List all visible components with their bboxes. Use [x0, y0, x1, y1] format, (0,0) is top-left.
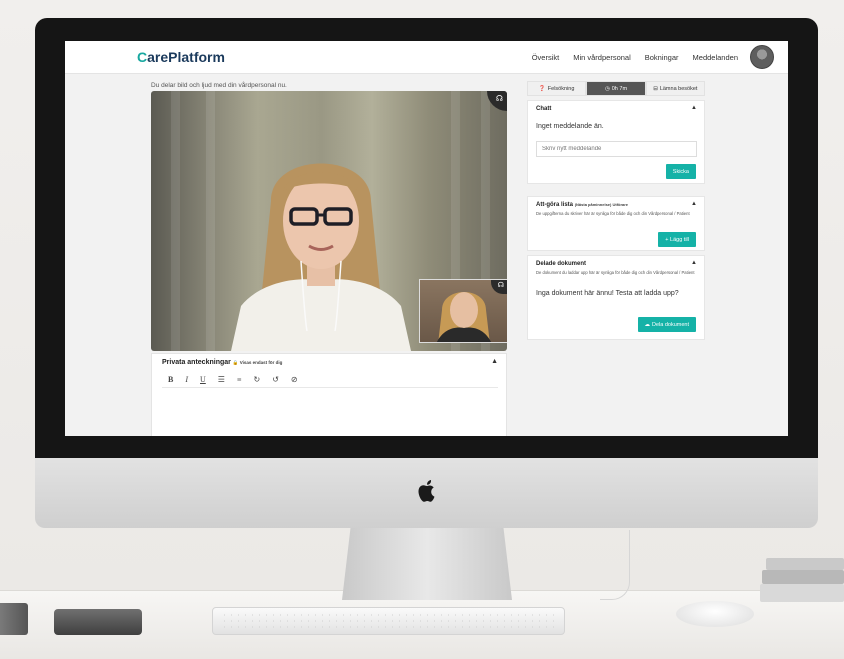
undo-button[interactable]: ↺	[272, 375, 279, 384]
tab-troubleshoot[interactable]: ❓ Felsökning	[527, 81, 587, 96]
curtain-fold	[171, 91, 180, 351]
editor-toolbar: B I U ☰ ≡ ↻ ↺ ⊘	[162, 372, 498, 388]
notes-title: Privata anteckningar 🔒 Visas endast för …	[162, 359, 282, 366]
remote-participant	[231, 163, 411, 351]
apple-logo	[418, 480, 435, 502]
brand-logo-c: C	[137, 49, 148, 65]
tab-timer-label: 0h 7m	[611, 85, 628, 92]
collapse-caret-icon[interactable]: ▲	[691, 201, 697, 207]
notes-editor[interactable]	[162, 390, 498, 436]
brand-logo-text: arePlatform	[147, 49, 225, 65]
bold-button[interactable]: B	[168, 375, 173, 384]
help-icon: ❓	[538, 85, 546, 92]
lock-icon: 🔒	[232, 360, 239, 365]
tab-leave-visit[interactable]: ⊟ Lämna besöket	[645, 81, 705, 96]
desk-stapler	[0, 603, 28, 635]
keyboard-keys	[221, 612, 556, 630]
italic-button[interactable]: I	[185, 375, 188, 384]
share-document-label: Dela dokument	[652, 321, 689, 328]
todo-description: De uppgifterna du skriver här är synliga…	[536, 211, 690, 216]
nav-links: Översikt Min vårdpersonal Bokningar Medd…	[532, 53, 738, 62]
todo-card: Att-göra lista (Nästa påminnelse) Utföra…	[527, 196, 705, 251]
monitor-stand	[342, 528, 512, 600]
desk-keyboard	[212, 607, 565, 635]
todo-title-suffix: (Nästa påminnelse) Utförare	[574, 202, 629, 207]
top-nav: CarePlatform Översikt Min vårdpersonal B…	[65, 41, 788, 74]
add-todo-button[interactable]: + Lägg till	[658, 232, 696, 247]
brand-logo[interactable]: CarePlatform	[137, 49, 225, 65]
collapse-caret-icon[interactable]: ▲	[691, 105, 697, 111]
chat-message-input[interactable]	[536, 141, 697, 157]
desk-mouse	[676, 601, 754, 627]
power-cable	[600, 530, 630, 600]
nav-item-min-vardpersonal[interactable]: Min vårdpersonal	[573, 53, 631, 62]
documents-empty-text: Inga dokument här ännu! Testa att ladda …	[536, 290, 679, 297]
private-notes-panel: Privata anteckningar 🔒 Visas endast för …	[151, 353, 507, 436]
desk-books	[760, 558, 844, 602]
todo-title: Att-göra lista (Nästa påminnelse) Utföra…	[536, 202, 628, 208]
nav-item-bokningar[interactable]: Bokningar	[645, 53, 679, 62]
tab-timer: ◷ 0h 7m	[586, 81, 646, 96]
nav-item-meddelanden[interactable]: Meddelanden	[693, 53, 738, 62]
desk-phone	[54, 609, 142, 635]
collapse-caret-icon[interactable]: ▲	[691, 260, 697, 266]
notes-title-text: Privata anteckningar	[162, 359, 231, 366]
sharing-notice: Du delar bild och ljud med din vårdperso…	[151, 82, 287, 89]
headset-icon[interactable]: ☊	[487, 91, 507, 111]
send-button[interactable]: Skicka	[665, 164, 696, 179]
upload-icon: ☁	[644, 321, 651, 328]
todo-title-text: Att-göra lista	[536, 202, 574, 208]
screen: CarePlatform Översikt Min vårdpersonal B…	[65, 41, 788, 436]
nav-item-oversikt[interactable]: Översikt	[532, 53, 560, 62]
documents-card: Delade dokument ▲ De dokument du laddar …	[527, 255, 705, 340]
documents-title: Delade dokument	[536, 261, 587, 267]
tab-troubleshoot-label: Felsökning	[547, 85, 575, 92]
numbered-list-button[interactable]: ≡	[237, 375, 242, 384]
documents-description: De dokument du laddar upp här är synliga…	[536, 270, 695, 275]
tab-leave-label: Lämna besöket	[659, 85, 698, 92]
bullet-list-button[interactable]: ☰	[218, 375, 225, 384]
underline-button[interactable]: U	[200, 375, 206, 384]
curtain-fold	[206, 91, 215, 351]
clear-format-button[interactable]: ⊘	[291, 375, 298, 384]
call-tabs: ❓ Felsökning ◷ 0h 7m ⊟ Lämna besöket	[527, 81, 705, 96]
exit-icon: ⊟	[653, 85, 658, 92]
collapse-caret-icon[interactable]: ▲	[491, 358, 498, 365]
clock-icon: ◷	[604, 85, 610, 92]
chat-title: Chatt	[536, 106, 552, 112]
share-document-button[interactable]: ☁ Dela dokument	[637, 317, 696, 332]
chat-empty-text: Inget meddelande än.	[536, 123, 604, 130]
self-view-video: ☊	[419, 279, 507, 343]
main-video: ☊ ☊	[151, 91, 507, 351]
notes-visibility: Visas endast för dig	[239, 360, 283, 365]
chat-card: Chatt ▲ Inget meddelande än. Skicka	[527, 100, 705, 184]
redo-button[interactable]: ↻	[253, 375, 260, 384]
user-avatar[interactable]	[750, 45, 774, 69]
